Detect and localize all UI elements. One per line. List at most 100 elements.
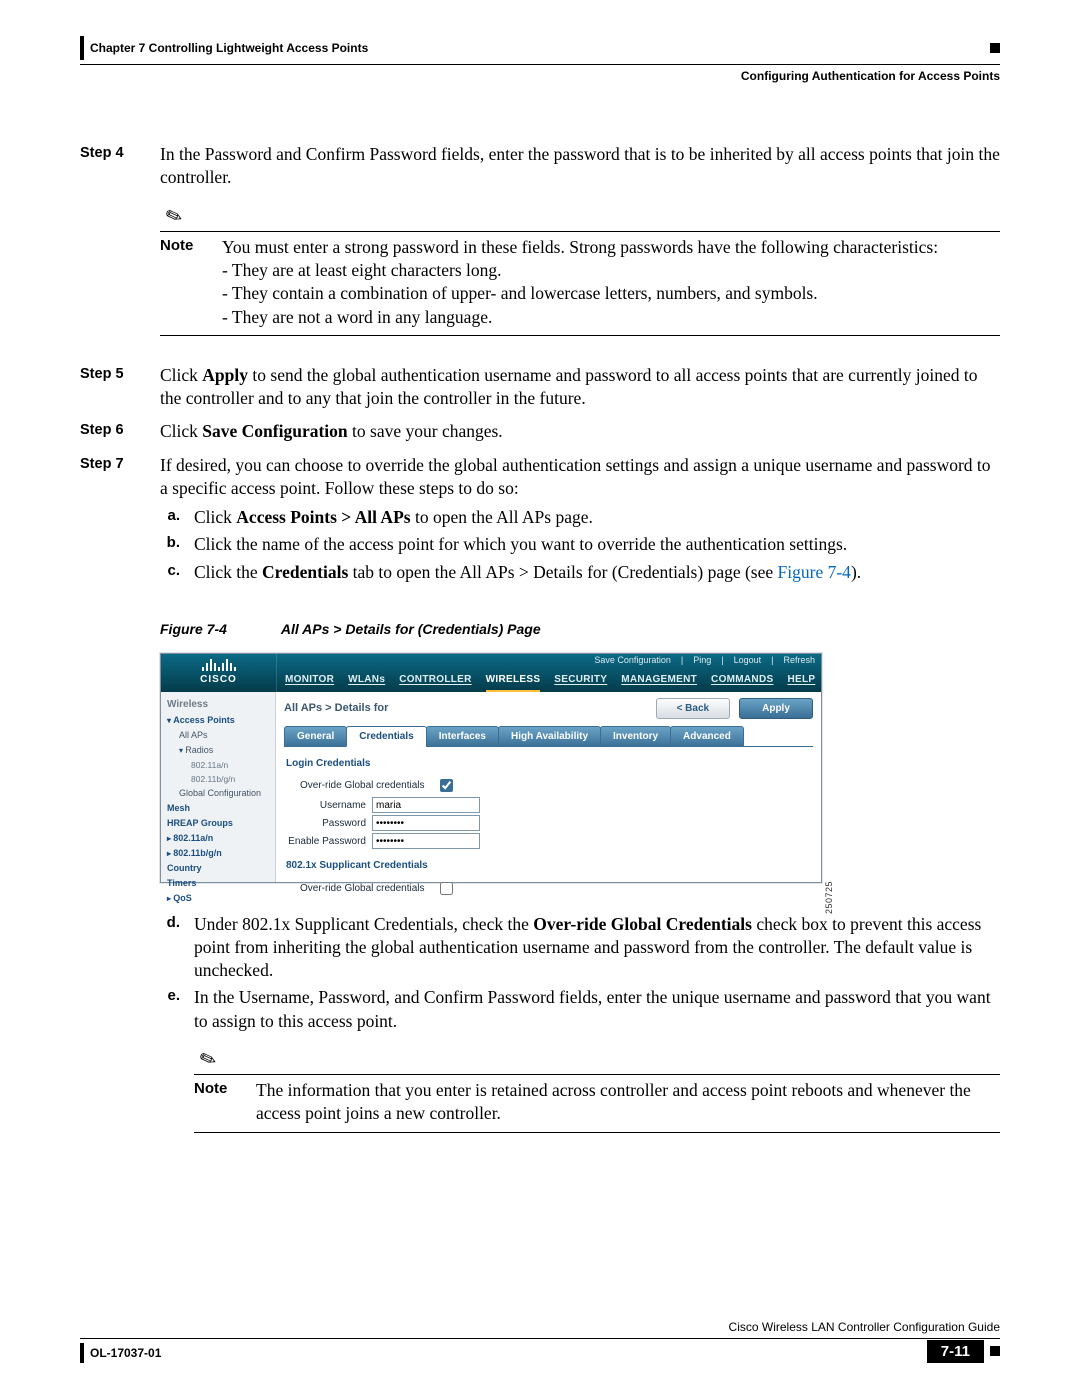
main-panel: All APs > Details for < Back Apply Gener… (276, 692, 821, 882)
note-label: Note (194, 1079, 240, 1126)
note-block: ✎ Note You must enter a strong password … (160, 204, 1000, 336)
page-footer: Cisco Wireless LAN Controller Configurat… (80, 1322, 1000, 1363)
nav-help[interactable]: HELP (787, 673, 815, 686)
step-7: Step 7 If desired, you can choose to ove… (80, 454, 1000, 1151)
note-text: The information that you enter is retain… (256, 1079, 1000, 1126)
t-bold: Save Configuration (202, 421, 347, 441)
sidebar-item-hreap[interactable]: HREAP Groups (167, 818, 269, 830)
tab-general[interactable]: General (284, 726, 347, 747)
note-lead: You must enter a strong password in thes… (222, 236, 1000, 259)
sidebar-item-radio-b[interactable]: 802.11b/g/n (191, 774, 269, 785)
t-bold: Over-ride Global Credentials (533, 914, 752, 934)
checkbox-override-8021x[interactable] (440, 882, 453, 895)
sub-letter: d. (160, 913, 180, 983)
figure-caption: Figure 7-4 All APs > Details for (Creden… (160, 620, 1000, 639)
image-side-id: 250725 (824, 881, 836, 914)
section-8021x: 802.1x Supplicant Credentials (286, 859, 813, 872)
cisco-text: CISCO (200, 673, 237, 686)
pen-icon: ✎ (196, 1045, 221, 1076)
sidebar-item-access-points[interactable]: Access Points (167, 715, 269, 727)
step-label: Step 6 (80, 420, 138, 443)
sub-letter: e. (160, 986, 180, 1033)
section-login-credentials: Login Credentials (286, 757, 813, 770)
label-override: Over-ride Global credentials (300, 779, 430, 792)
util-save-config[interactable]: Save Configuration (594, 655, 671, 669)
page-number: 7-11 (927, 1340, 984, 1363)
label-username: Username (300, 799, 366, 812)
footer-guide: Cisco Wireless LAN Controller Configurat… (80, 1320, 1000, 1338)
checkbox-override-login[interactable] (440, 779, 453, 792)
t: to open the All APs page. (411, 507, 593, 527)
sidebar-item-timers[interactable]: Timers (167, 878, 269, 890)
t-bold: Access Points > All APs (236, 507, 410, 527)
footer-square-icon (990, 1346, 1000, 1356)
substep-c: c. Click the Credentials tab to open the… (160, 561, 1000, 584)
input-username[interactable] (372, 797, 480, 813)
tab-high-availability[interactable]: High Availability (498, 726, 601, 747)
t: Click (160, 421, 202, 441)
sidebar-item-80211a[interactable]: 802.11a/n (167, 833, 269, 845)
step-label: Step 4 (80, 143, 138, 354)
nav-controller[interactable]: CONTROLLER (399, 673, 471, 686)
sidebar-item-global-config[interactable]: Global Configuration (179, 788, 269, 800)
substep-b: b. Click the name of the access point fo… (160, 533, 1000, 556)
tab-credentials[interactable]: Credentials (346, 726, 426, 747)
note-bullet: - They contain a combination of upper- a… (222, 282, 1000, 305)
sidebar: Wireless Access Points All APs Radios 80… (161, 692, 276, 882)
t: Under 802.1x Supplicant Credentials, che… (194, 914, 533, 934)
util-logout[interactable]: Logout (734, 655, 762, 669)
step-6: Step 6 Click Save Configuration to save … (80, 420, 1000, 443)
tab-inventory[interactable]: Inventory (600, 726, 671, 747)
label-enable-password: Enable Password (278, 835, 366, 848)
back-button[interactable]: < Back (656, 698, 730, 719)
figure-number: Figure 7-4 (160, 620, 227, 639)
nav-wlans[interactable]: WLANs (348, 673, 385, 686)
step-4: Step 4 In the Password and Confirm Passw… (80, 143, 1000, 354)
t-bold: Apply (202, 365, 248, 385)
t: Click (160, 365, 202, 385)
nav-commands[interactable]: COMMANDS (711, 673, 773, 686)
t: Click the (194, 562, 262, 582)
util-refresh[interactable]: Refresh (783, 655, 815, 669)
t: Click the name of the access point for w… (194, 533, 1000, 556)
sidebar-item-country[interactable]: Country (167, 863, 269, 875)
sidebar-item-80211b[interactable]: 802.11b/g/n (167, 848, 269, 860)
util-ping[interactable]: Ping (693, 655, 711, 669)
utility-links: Save Configuration | Ping | Logout | Ref… (277, 654, 821, 669)
figure-title: All APs > Details for (Credentials) Page (281, 620, 541, 639)
tab-advanced[interactable]: Advanced (670, 726, 744, 747)
sidebar-heading: Wireless (167, 698, 269, 711)
apply-button[interactable]: Apply (739, 698, 813, 719)
header-chapter: Chapter 7 Controlling Lightweight Access… (90, 41, 368, 55)
input-password[interactable] (372, 815, 480, 831)
step-5: Step 5 Click Apply to send the global au… (80, 364, 1000, 411)
t: ). (851, 562, 861, 582)
tab-interfaces[interactable]: Interfaces (426, 726, 499, 747)
input-enable-password[interactable] (372, 833, 480, 849)
nav-security[interactable]: SECURITY (554, 673, 607, 686)
sidebar-item-mesh[interactable]: Mesh (167, 803, 269, 815)
nav-wireless[interactable]: WIRELESS (486, 673, 541, 691)
sub-letter: c. (160, 561, 180, 584)
t-bold: Credentials (262, 562, 348, 582)
step-label: Step 7 (80, 454, 138, 1151)
sidebar-item-radios[interactable]: Radios (179, 745, 269, 757)
nav-management[interactable]: MANAGEMENT (621, 673, 697, 686)
substep-d: d. Under 802.1x Supplicant Credentials, … (160, 913, 1000, 983)
note-bullet: - They are at least eight characters lon… (222, 259, 1000, 282)
pen-icon: ✎ (162, 201, 187, 232)
sidebar-item-all-aps[interactable]: All APs (179, 730, 269, 742)
nav-monitor[interactable]: MONITOR (285, 673, 334, 686)
step-label: Step 5 (80, 364, 138, 411)
label-override-8021x: Over-ride Global credentials (300, 882, 430, 895)
substep-e: e. In the Username, Password, and Confir… (160, 986, 1000, 1033)
sub-letter: a. (160, 506, 180, 529)
header-square-icon (990, 43, 1000, 53)
running-header: Chapter 7 Controlling Lightweight Access… (80, 36, 1000, 83)
figure-link[interactable]: Figure 7-4 (778, 562, 851, 582)
step-7-text: If desired, you can choose to override t… (160, 454, 1000, 501)
sidebar-item-qos[interactable]: QoS (167, 893, 269, 905)
sidebar-item-radio-a[interactable]: 802.11a/n (191, 760, 269, 771)
tab-bar: General Credentials Interfaces High Avai… (284, 725, 813, 747)
note-block: ✎ Note The information that you enter is… (194, 1047, 1000, 1133)
